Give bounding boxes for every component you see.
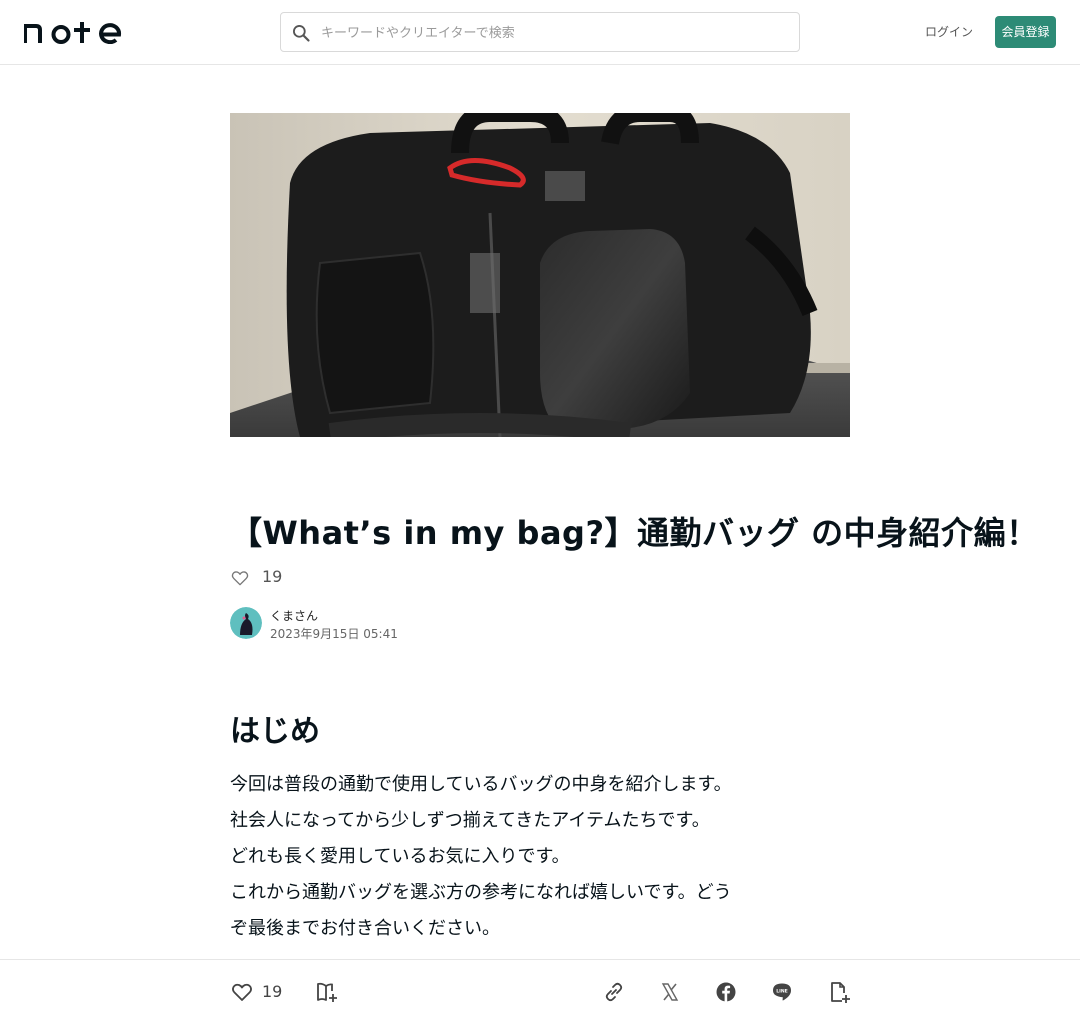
note-add-icon[interactable] bbox=[827, 980, 851, 1004]
section-heading: はじめ bbox=[230, 714, 320, 749]
heart-icon bbox=[231, 571, 249, 586]
body-paragraph-line: 今回は普段の通勤で使用しているバッグの中身を紹介します。 bbox=[230, 774, 732, 795]
article-title: 【What’s in my bag?】通勤バッグ の中身紹介編！ bbox=[230, 514, 1039, 552]
heart-icon[interactable] bbox=[230, 980, 254, 1004]
signup-button[interactable]: 会員登録 bbox=[995, 16, 1056, 48]
magazine-add-icon[interactable] bbox=[315, 980, 339, 1004]
note-logo[interactable] bbox=[24, 20, 124, 44]
like-count: 19 bbox=[262, 567, 283, 586]
body-paragraph-line: ぞ最後までお付き合いください。 bbox=[230, 918, 500, 939]
post-date: 2023年9月15日 05:41 bbox=[270, 627, 398, 641]
x-icon[interactable] bbox=[658, 980, 682, 1004]
svg-text:LINE: LINE bbox=[776, 989, 788, 995]
bottom-action-bar: 19 LINE bbox=[0, 959, 1080, 1024]
facebook-icon[interactable] bbox=[714, 980, 738, 1004]
hero-image bbox=[230, 113, 850, 437]
author-name[interactable]: くまさん bbox=[270, 607, 318, 625]
login-link[interactable]: ログイン bbox=[920, 22, 978, 42]
body-paragraph-line: どれも長く愛用しているお気に入りです。 bbox=[230, 846, 570, 867]
article-body: 今回は普段の通勤で使用しているバッグの中身を紹介します。 社会人になってから少し… bbox=[230, 767, 850, 983]
site-header: ログイン 会員登録 bbox=[0, 0, 1080, 65]
body-paragraph-line: 社会人になってから少しずつ揃えてきたアイテムたちです。 bbox=[230, 810, 710, 831]
author-block[interactable]: くまさん 2023年9月15日 05:41 bbox=[230, 607, 530, 641]
search-input[interactable] bbox=[321, 21, 781, 45]
like-count: 19 bbox=[262, 982, 283, 1001]
search-icon bbox=[293, 25, 310, 42]
search-box[interactable] bbox=[280, 12, 800, 52]
body-paragraph-line: これから通勤バッグを選ぶ方の参考になれば嬉しいです。どう bbox=[230, 882, 732, 903]
line-icon[interactable]: LINE bbox=[770, 980, 794, 1004]
avatar[interactable] bbox=[230, 607, 262, 639]
link-icon[interactable] bbox=[602, 980, 626, 1004]
